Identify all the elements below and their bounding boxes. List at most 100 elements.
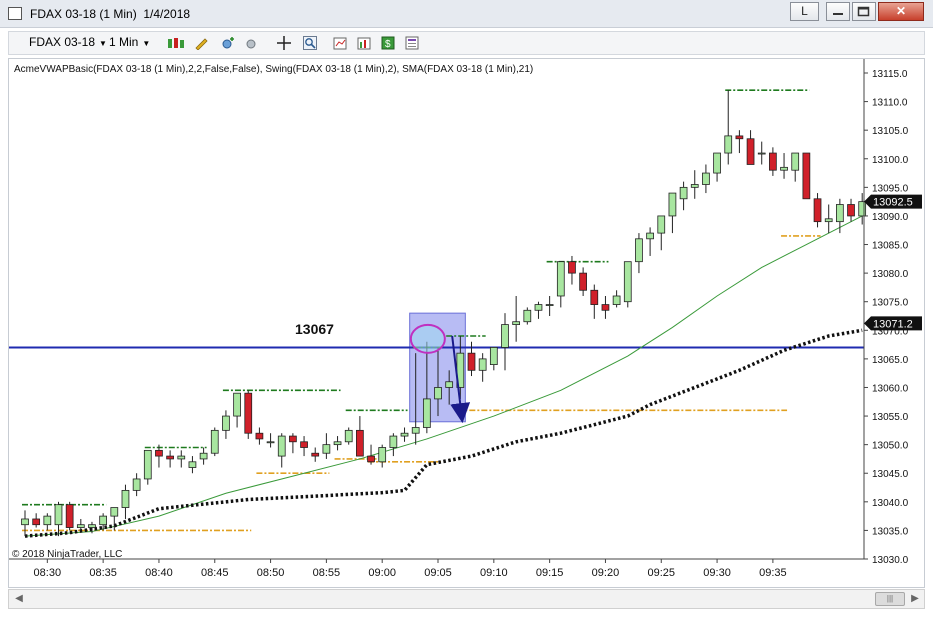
window-titlebar: FDAX 03-18 (1 Min) 1/4/2018 L ✕	[0, 0, 933, 28]
candle-down	[847, 204, 855, 217]
candle-up	[858, 201, 867, 217]
candle-up	[679, 186, 688, 200]
candle-up	[836, 204, 844, 223]
candle-up	[266, 441, 275, 444]
svg-text:$: $	[385, 39, 391, 50]
candle-down	[746, 138, 755, 165]
pencil-icon[interactable]	[194, 36, 214, 50]
chart-app-icon	[8, 7, 22, 20]
candle-up	[177, 455, 186, 460]
candle-up	[501, 324, 509, 348]
candle-up	[757, 152, 766, 155]
price-tick-label: 13075.0	[872, 298, 909, 309]
candle-up	[445, 381, 454, 388]
candle-up	[478, 358, 487, 371]
properties-icon[interactable]	[405, 36, 419, 50]
candle-up	[668, 192, 677, 217]
time-tick-label: 08:45	[201, 567, 229, 579]
candle-up	[110, 507, 119, 517]
level-annotation: 13067	[295, 321, 334, 337]
minimize-button[interactable]	[826, 2, 850, 21]
chevron-down-icon: ▼	[99, 39, 107, 48]
time-tick-label: 09:35	[759, 567, 787, 579]
candle-up	[411, 427, 420, 434]
zoom-out-icon[interactable]	[245, 36, 259, 50]
candle-up	[523, 309, 532, 323]
close-icon: ✕	[895, 4, 907, 18]
price-tick-label: 13045.0	[872, 469, 909, 480]
candle-up	[76, 524, 85, 528]
candle-up	[322, 444, 331, 454]
zoom-in-icon[interactable]	[221, 36, 235, 50]
chart-panel[interactable]: 13030.0 13035.0 13040.0 13045.0 13050.0 13055…	[8, 58, 925, 588]
candle-up	[635, 238, 643, 263]
indicators-icon[interactable]	[333, 36, 347, 50]
scroll-right-icon[interactable]: ▶	[907, 591, 923, 607]
scrollbar-thumb[interactable]: |||	[875, 592, 905, 606]
candle-up	[724, 135, 733, 154]
interval-label: 1 Min	[109, 35, 139, 49]
candle-up	[21, 518, 29, 526]
search-icon[interactable]	[303, 36, 317, 50]
price-tick-label: 13065.0	[872, 355, 909, 366]
candle-up	[623, 261, 632, 303]
time-tick-label: 08:55	[313, 567, 341, 579]
copyright-label: © 2018 NinjaTrader, LLC	[12, 549, 122, 560]
time-tick-label: 08:35	[89, 567, 117, 579]
candle-down	[579, 272, 587, 291]
candle-down	[367, 455, 375, 463]
candle-down	[356, 429, 364, 457]
candle-down	[769, 152, 777, 171]
horizontal-scrollbar[interactable]: ◀ ||| ▶	[8, 589, 925, 609]
scroll-left-icon[interactable]: ◀	[11, 591, 27, 607]
price-tick-label: 13055.0	[872, 412, 909, 423]
candle-up	[143, 449, 152, 480]
candle-down	[601, 304, 610, 311]
price-axis[interactable]: 13030.0 13035.0 13040.0 13045.0 13050.0 13055…	[863, 59, 922, 566]
candle-up	[545, 304, 554, 306]
candle-up	[54, 504, 63, 526]
candle-down	[32, 518, 41, 526]
indicator-label: AcmeVWAPBasic(FDAX 03-18 (1 Min),2,2,Fal…	[14, 64, 533, 75]
candle-up	[612, 295, 621, 305]
candle-up	[233, 392, 241, 417]
price-tick-label: 13090.0	[872, 212, 909, 223]
candle-up	[121, 489, 130, 508]
candle-down	[289, 435, 297, 443]
price-level-lines	[9, 89, 864, 532]
candle-up	[702, 172, 710, 185]
candle-up	[780, 166, 788, 171]
interval-selector[interactable]: 1 Min ▼	[109, 35, 150, 49]
time-tick-label: 09:25	[647, 567, 675, 579]
candle-up	[333, 441, 342, 446]
price-chart[interactable]: 13030.0 13035.0 13040.0 13045.0 13050.0 13055…	[9, 59, 924, 587]
crosshair-icon[interactable]	[277, 36, 291, 50]
candle-up	[88, 524, 96, 528]
bar-type-icon[interactable]	[166, 36, 188, 50]
candle-up	[646, 232, 654, 240]
candle-up	[222, 415, 230, 431]
candle-up	[422, 398, 431, 428]
candle-up	[512, 321, 521, 325]
candle-up	[99, 515, 107, 526]
link-button[interactable]: L	[790, 2, 819, 21]
dollar-icon[interactable]: $	[381, 36, 395, 50]
restore-icon	[857, 6, 870, 17]
candle-down	[300, 441, 308, 448]
price-tick-label: 13050.0	[872, 441, 909, 452]
time-axis[interactable]: 08:30 08:35 08:40 08:45 08:50 08:55 09:00 09:05…	[9, 558, 864, 579]
candle-down	[735, 135, 744, 140]
candle-up	[188, 461, 197, 468]
time-tick-label: 09:05	[424, 567, 452, 579]
instrument-selector[interactable]: FDAX 03-18 ▼	[29, 35, 107, 49]
candle-down	[568, 261, 576, 274]
time-tick-label: 09:20	[592, 567, 620, 579]
chart-toolbar: FDAX 03-18 ▼ 1 Min ▼ $	[8, 31, 925, 55]
time-tick-label: 09:15	[536, 567, 564, 579]
price-tick-label: 13105.0	[872, 126, 909, 137]
candle-up	[434, 387, 442, 400]
strategies-icon[interactable]	[357, 36, 371, 50]
restore-button[interactable]	[852, 2, 876, 21]
candle-up	[556, 261, 565, 297]
close-button[interactable]: ✕	[878, 2, 924, 21]
